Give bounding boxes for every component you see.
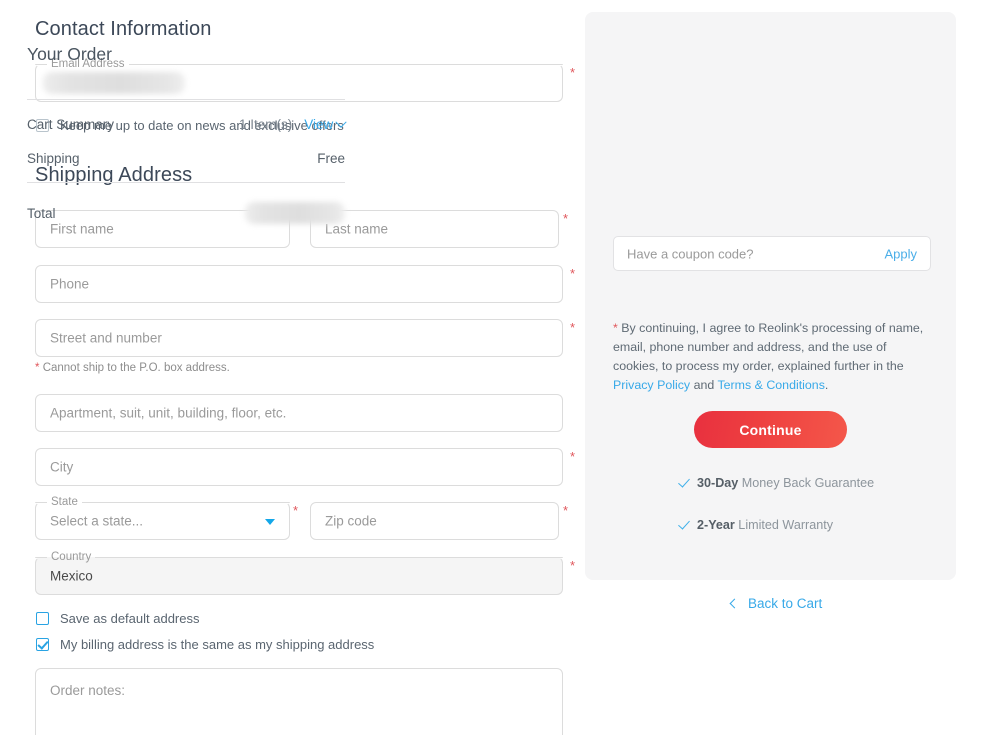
guarantee-warranty-text: Limited Warranty <box>734 518 834 532</box>
country-field-value: Mexico <box>50 568 93 584</box>
apply-coupon-button[interactable]: Apply <box>884 246 917 261</box>
cart-summary-row: Cart Summary 1 Item(s) View <box>27 116 347 132</box>
billing-same-as-shipping-checkbox[interactable] <box>36 638 49 651</box>
city-placeholder: City <box>50 459 74 475</box>
city-field[interactable]: City <box>35 448 563 486</box>
cart-item-count: 1 Item(s) <box>238 117 293 132</box>
check-icon <box>679 519 690 530</box>
po-box-note-text: Cannot ship to the P.O. box address. <box>42 362 230 374</box>
legal-text-part-1: By continuing, I agree to Reolink's proc… <box>613 321 924 373</box>
chevron-down-icon[interactable] <box>265 519 275 525</box>
order-divider-top <box>27 99 345 100</box>
save-default-address-label: Save as default address <box>60 611 200 626</box>
street-placeholder: Street and number <box>50 330 162 346</box>
checkout-page: Contact Information Email Address * Keep… <box>0 0 988 735</box>
last-name-required-indicator: * <box>563 211 569 226</box>
country-required-indicator: * <box>570 558 576 573</box>
state-select-label: State <box>47 496 82 509</box>
country-field-label: Country <box>51 551 92 563</box>
shipping-cost-label: Shipping <box>27 151 80 166</box>
save-default-address-checkbox[interactable] <box>36 612 49 625</box>
guarantee-money-back-bold: 30-Day <box>697 476 739 490</box>
guarantee-money-back: 30-Day Money Back Guarantee <box>679 474 929 493</box>
shipping-cost-value: Free <box>317 151 345 166</box>
street-required-indicator: * <box>570 320 576 335</box>
legal-required-star: * <box>613 321 618 335</box>
phone-field[interactable]: Phone <box>35 265 563 303</box>
order-notes-textarea[interactable]: Order notes: <box>35 668 563 735</box>
zip-code-placeholder: Zip code <box>325 513 377 529</box>
po-box-note: * Cannot ship to the P.O. box address. <box>35 362 230 374</box>
guarantee-warranty: 2-Year Limited Warranty <box>679 516 929 535</box>
order-summary-title: Your Order <box>27 44 112 64</box>
legal-consent-text: * By continuing, I agree to Reolink's pr… <box>613 319 933 395</box>
email-required-indicator: * <box>570 65 576 80</box>
street-field[interactable]: Street and number <box>35 319 563 357</box>
apartment-placeholder: Apartment, suit, unit, building, floor, … <box>50 405 287 421</box>
total-value-redacted <box>245 202 345 224</box>
po-box-note-star: * <box>35 362 40 374</box>
legal-period: . <box>824 378 829 392</box>
order-divider-bottom <box>27 182 345 183</box>
order-summary-panel <box>585 12 956 580</box>
total-label: Total <box>27 205 56 221</box>
shipping-cost-row: Shipping Free <box>27 151 345 166</box>
country-field[interactable]: Country Mexico <box>35 551 563 595</box>
cart-summary-label: Cart Summary <box>27 117 115 132</box>
state-required-indicator: * <box>293 503 299 518</box>
chevron-left-icon <box>729 598 740 609</box>
phone-required-indicator: * <box>570 266 576 281</box>
city-required-indicator: * <box>570 449 576 464</box>
last-name-field[interactable]: Last name <box>310 210 559 248</box>
apartment-field[interactable]: Apartment, suit, unit, building, floor, … <box>35 394 563 432</box>
view-cart-label: View <box>304 117 334 132</box>
email-value-redacted <box>43 72 185 94</box>
billing-same-as-shipping-label: My billing address is the same as my shi… <box>60 637 375 652</box>
billing-same-as-shipping-row[interactable]: My billing address is the same as my shi… <box>36 637 374 652</box>
terms-conditions-link[interactable]: Terms & Conditions <box>717 378 824 392</box>
zip-required-indicator: * <box>563 503 569 518</box>
total-row: Total <box>27 202 345 224</box>
view-cart-toggle[interactable]: View <box>304 116 347 132</box>
state-select[interactable]: State Select a state... <box>35 496 290 540</box>
phone-placeholder: Phone <box>50 276 90 292</box>
contact-information-title: Contact Information <box>35 18 212 40</box>
continue-button[interactable]: Continue <box>694 411 847 448</box>
privacy-policy-link[interactable]: Privacy Policy <box>613 378 690 392</box>
coupon-code-input[interactable]: Have a coupon code? Apply <box>613 236 931 271</box>
email-field[interactable]: Email Address <box>35 58 563 102</box>
zip-code-field[interactable]: Zip code <box>310 502 559 540</box>
coupon-code-placeholder: Have a coupon code? <box>627 246 754 261</box>
chevron-down-icon <box>335 116 347 128</box>
check-icon <box>679 477 690 488</box>
state-select-value: Select a state... <box>50 513 144 529</box>
back-to-cart-link[interactable]: Back to Cart <box>729 596 823 611</box>
guarantee-warranty-bold: 2-Year <box>697 518 735 532</box>
save-default-address-row[interactable]: Save as default address <box>36 611 199 626</box>
shipping-address-title: Shipping Address <box>35 164 193 186</box>
legal-and: and <box>690 378 718 392</box>
guarantee-money-back-text: Money Back Guarantee <box>738 476 875 490</box>
checkout-form-column: Contact Information Email Address * Keep… <box>34 0 576 735</box>
order-notes-placeholder: Order notes: <box>50 683 126 698</box>
back-to-cart-label: Back to Cart <box>748 596 823 611</box>
